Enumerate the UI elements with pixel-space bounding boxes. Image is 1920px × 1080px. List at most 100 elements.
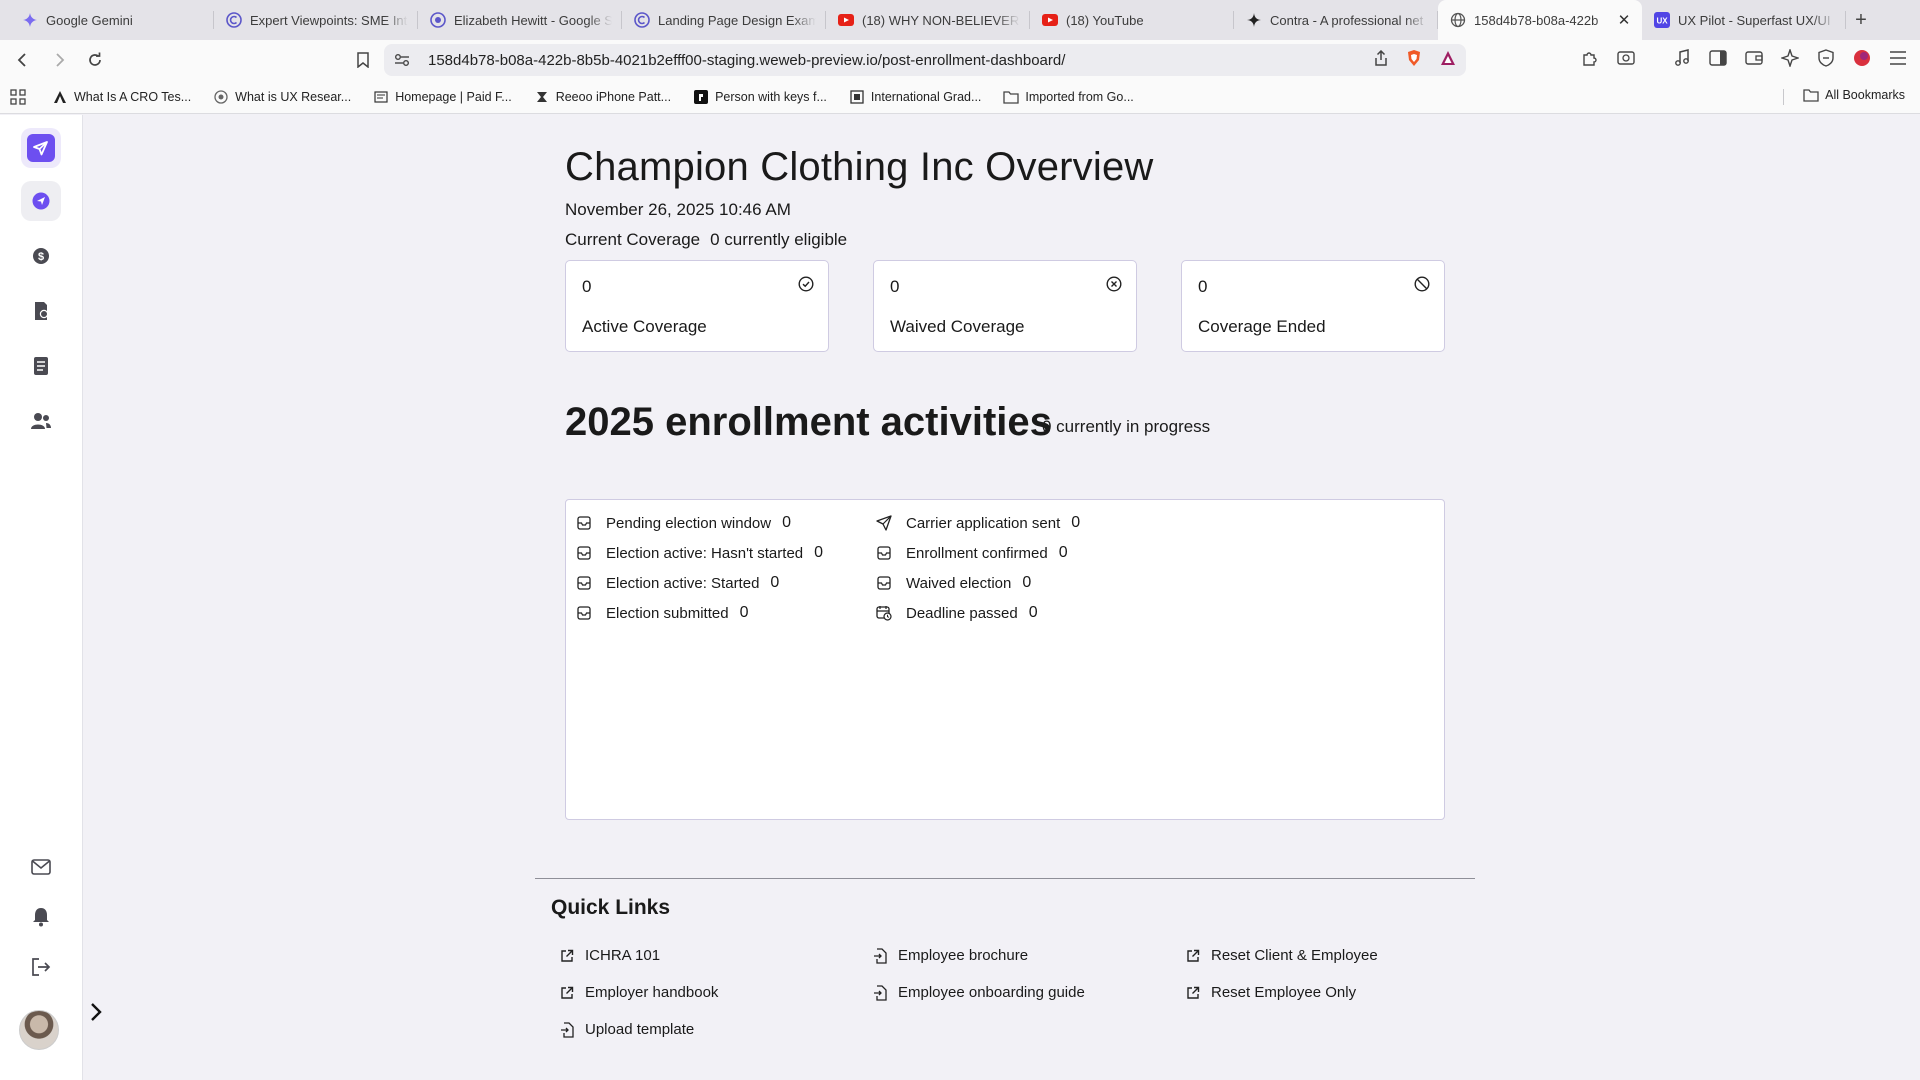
bookmark-item[interactable]: Person with keys f...	[693, 89, 827, 105]
nav-employees-users-icon[interactable]	[21, 401, 61, 441]
activities-right-column: Carrier application sent 0 Enrollment con…	[876, 508, 1080, 628]
activity-count: 0	[770, 574, 780, 591]
youtube-icon	[1042, 12, 1058, 28]
svg-text:UX: UX	[1656, 17, 1668, 26]
nav-insurance-icon[interactable]	[21, 291, 61, 331]
external-link-icon	[559, 985, 575, 1001]
reload-icon[interactable]	[80, 45, 110, 75]
site-icon	[226, 12, 242, 28]
quick-link-reset-client-employee[interactable]: Reset Client & Employee	[1185, 947, 1378, 964]
gemini-icon	[22, 12, 38, 28]
tab-title: (18) WHY NON-BELIEVERS	[862, 12, 1020, 28]
activity-row[interactable]: Election submitted 0	[576, 598, 823, 628]
brave-rewards-icon[interactable]	[1440, 50, 1456, 70]
notifications-bell-icon[interactable]	[21, 897, 61, 937]
external-link-icon	[1185, 985, 1201, 1001]
music-note-icon[interactable]	[1672, 48, 1692, 68]
quick-link-reset-employee-only[interactable]: Reset Employee Only	[1185, 984, 1356, 1001]
contra-icon	[1246, 12, 1262, 28]
tab-contra[interactable]: Contra - A professional net	[1234, 0, 1438, 40]
leo-ai-icon[interactable]	[1780, 48, 1800, 68]
active-coverage-card[interactable]: 0 Active Coverage	[565, 260, 829, 352]
address-bar[interactable]: 158d4b78-b08a-422b-8b5b-4021b2efff00-sta…	[384, 44, 1466, 76]
page-title: Champion Clothing Inc Overview	[565, 145, 1154, 189]
quick-link-employer-handbook[interactable]: Employer handbook	[559, 984, 718, 1001]
tab-expert-viewpoints[interactable]: Expert Viewpoints: SME Int	[214, 0, 418, 40]
bookmark-item[interactable]: Reeoo iPhone Patt...	[534, 89, 671, 105]
url-text[interactable]: 158d4b78-b08a-422b-8b5b-4021b2efff00-sta…	[428, 52, 1374, 69]
activity-row[interactable]: Pending election window 0	[576, 508, 823, 538]
all-bookmarks-button[interactable]: All Bookmarks	[1803, 88, 1905, 102]
activity-row[interactable]: Election active: Hasn't started 0	[576, 538, 823, 568]
quick-link-employee-onboarding-guide[interactable]: Employee onboarding guide	[872, 984, 1085, 1001]
site-icon	[430, 12, 446, 28]
user-avatar[interactable]	[19, 1010, 59, 1050]
tab-youtube[interactable]: (18) YouTube	[1030, 0, 1234, 40]
close-tab-icon[interactable]: ✕	[1616, 11, 1632, 29]
puzzle-extensions-icon[interactable]	[1580, 48, 1600, 68]
quick-link-employee-brochure[interactable]: Employee brochure	[872, 947, 1028, 964]
uxpilot-icon: UX	[1654, 12, 1670, 28]
quick-link-label: Employer handbook	[585, 984, 719, 1001]
nav-billing-dollar-icon[interactable]: $	[21, 236, 61, 276]
activity-row[interactable]: Waived election 0	[876, 568, 1080, 598]
waived-coverage-card[interactable]: 0 Waived Coverage	[873, 260, 1137, 352]
tab-title: Expert Viewpoints: SME Int	[250, 12, 408, 28]
site-settings-icon[interactable]	[394, 53, 420, 67]
send-icon	[876, 515, 892, 531]
activity-row[interactable]: Election active: Started 0	[576, 568, 823, 598]
bookmark-item[interactable]: What is UX Resear...	[213, 89, 351, 105]
tab-landing-page-design[interactable]: Landing Page Design Exam	[622, 0, 826, 40]
new-tab-plus-icon[interactable]: +	[1846, 0, 1876, 40]
extensions-area	[1580, 48, 1908, 68]
quick-link-label: Upload template	[585, 1021, 695, 1038]
tab-elizabeth-hewitt[interactable]: Elizabeth Hewitt - Google S	[418, 0, 622, 40]
activity-count: 0	[814, 544, 824, 561]
quick-link-label: Employee brochure	[898, 947, 1029, 964]
bookmark-item[interactable]: International Grad...	[849, 89, 981, 105]
menu-hamburger-icon[interactable]	[1888, 48, 1908, 68]
tab-title: Elizabeth Hewitt - Google S	[454, 12, 612, 28]
tab-ux-pilot[interactable]: UX UX Pilot - Superfast UX/UI	[1642, 0, 1846, 40]
tab-title: UX Pilot - Superfast UX/UI	[1678, 12, 1831, 28]
quick-link-ichra-101[interactable]: ICHRA 101	[559, 947, 660, 964]
profile-extension-icon[interactable]	[1852, 48, 1872, 68]
quick-link-upload-template[interactable]: Upload template	[559, 1021, 694, 1038]
folder-icon	[1803, 88, 1819, 102]
brave-shield-icon[interactable]	[1406, 49, 1422, 71]
activity-row[interactable]: Enrollment confirmed 0	[876, 538, 1080, 568]
bookmark-item[interactable]: What Is A CRO Tes...	[52, 89, 191, 105]
bookmarks-bar: What Is A CRO Tes... What is UX Resear..…	[0, 80, 1920, 114]
back-arrow-icon[interactable]	[8, 45, 38, 75]
file-import-icon	[872, 947, 888, 964]
app-logo-send-icon[interactable]	[21, 128, 61, 168]
wallet-icon[interactable]	[1744, 48, 1764, 68]
screenshot-icon[interactable]	[1616, 48, 1636, 68]
activity-row[interactable]: Carrier application sent 0	[876, 508, 1080, 538]
quick-link-label: Reset Client & Employee	[1211, 947, 1378, 964]
tab-google-gemini[interactable]: Google Gemini	[10, 0, 214, 40]
card-value: 0	[1198, 277, 1208, 296]
mail-icon[interactable]	[21, 847, 61, 887]
quick-link-label: Employee onboarding guide	[898, 984, 1085, 1001]
share-icon[interactable]	[1374, 49, 1388, 70]
card-label: Waived Coverage	[890, 317, 1025, 336]
apps-grid-icon[interactable]	[10, 88, 26, 105]
activity-row[interactable]: Deadline passed 0	[876, 598, 1080, 628]
nav-dashboard-icon[interactable]	[21, 181, 61, 221]
nav-documents-icon[interactable]	[21, 346, 61, 386]
bookmark-item[interactable]: Homepage | Paid F...	[373, 89, 512, 105]
browser-toolbar: 158d4b78-b08a-422b-8b5b-4021b2efff00-sta…	[0, 40, 1920, 80]
logout-icon[interactable]	[21, 947, 61, 987]
bookmark-page-icon[interactable]	[348, 45, 378, 75]
vpn-shield-icon[interactable]	[1816, 48, 1836, 68]
sidebar-toggle-icon[interactable]	[1708, 48, 1728, 68]
forward-arrow-icon[interactable]	[44, 45, 74, 75]
activity-label: Waived election	[906, 574, 1012, 592]
bookmark-folder[interactable]: Imported from Go...	[1003, 89, 1134, 105]
activity-count: 0	[1022, 574, 1032, 591]
tab-active-dashboard[interactable]: 158d4b78-b08a-422b ✕	[1438, 0, 1642, 40]
tab-youtube-nonbelievers[interactable]: (18) WHY NON-BELIEVERS	[826, 0, 1030, 40]
current-coverage-summary: Current Coverage 0 currently eligible	[565, 230, 847, 250]
coverage-ended-card[interactable]: 0 Coverage Ended	[1181, 260, 1445, 352]
